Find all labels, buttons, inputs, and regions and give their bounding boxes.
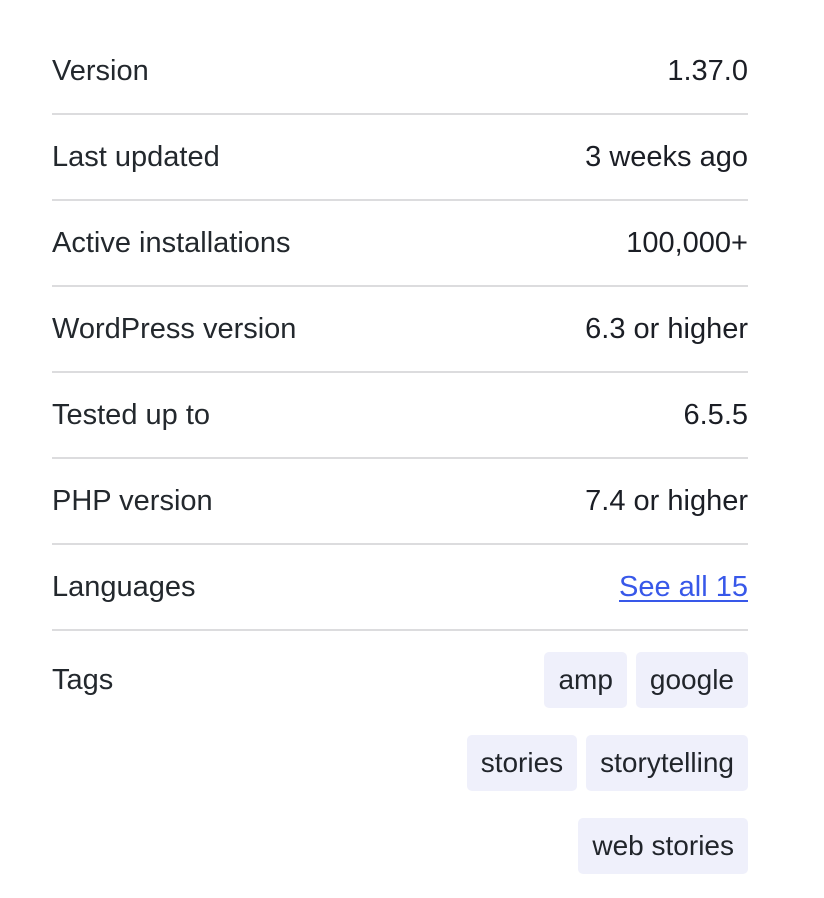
meta-row-active-installations: Active installations 100,000+ [52, 201, 748, 287]
wordpress-version-value: 6.3 or higher [585, 311, 748, 347]
version-label: Version [52, 53, 149, 89]
last-updated-label: Last updated [52, 139, 220, 175]
active-installations-value: 100,000+ [626, 225, 748, 261]
meta-row-php-version: PHP version 7.4 or higher [52, 459, 748, 545]
tested-up-to-value: 6.5.5 [684, 397, 749, 433]
php-version-label: PHP version [52, 483, 213, 519]
tag-chip-storytelling[interactable]: storytelling [586, 735, 748, 791]
meta-row-last-updated: Last updated 3 weeks ago [52, 115, 748, 201]
tags-label: Tags [52, 652, 113, 708]
wordpress-version-label: WordPress version [52, 311, 296, 347]
meta-row-languages: Languages See all 15 [52, 545, 748, 631]
tested-up-to-label: Tested up to [52, 397, 210, 433]
active-installations-label: Active installations [52, 225, 291, 261]
tag-chip-stories[interactable]: stories [467, 735, 577, 791]
see-all-languages-link[interactable]: See all 15 [619, 569, 748, 605]
php-version-value: 7.4 or higher [585, 483, 748, 519]
languages-label: Languages [52, 569, 196, 605]
meta-row-tested-up-to: Tested up to 6.5.5 [52, 373, 748, 459]
tag-chip-google[interactable]: google [636, 652, 748, 708]
version-value: 1.37.0 [667, 53, 748, 89]
tag-list: amp google stories storytelling web stor… [428, 652, 748, 874]
tag-chip-amp[interactable]: amp [544, 652, 626, 708]
meta-row-wordpress-version: WordPress version 6.3 or higher [52, 287, 748, 373]
plugin-meta-panel: Version 1.37.0 Last updated 3 weeks ago … [0, 0, 824, 826]
meta-row-tags: Tags amp google stories storytelling web… [52, 631, 748, 898]
tag-chip-web-stories[interactable]: web stories [578, 818, 748, 874]
meta-row-version: Version 1.37.0 [52, 29, 748, 115]
last-updated-value: 3 weeks ago [585, 139, 748, 175]
